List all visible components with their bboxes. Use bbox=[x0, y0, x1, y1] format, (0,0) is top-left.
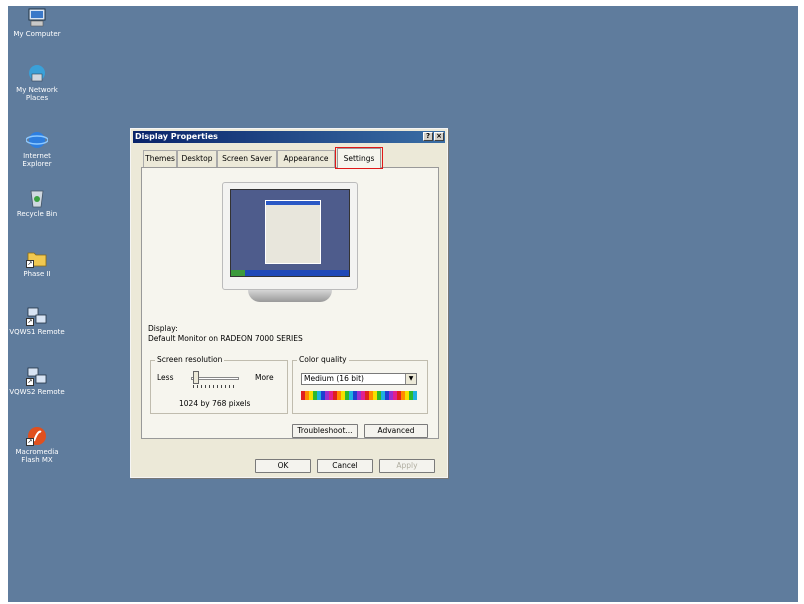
network-places-icon bbox=[26, 64, 48, 84]
title-bar[interactable]: Display Properties ? × bbox=[133, 131, 445, 143]
ok-button[interactable]: OK bbox=[255, 459, 311, 473]
advanced-button[interactable]: Advanced bbox=[364, 424, 428, 438]
monitor-stand bbox=[248, 290, 332, 302]
chevron-down-icon[interactable]: ▼ bbox=[405, 374, 416, 384]
tab-themes[interactable]: Themes bbox=[143, 150, 177, 167]
screen-resolution-group: Screen resolution Less More 1024 by 768 … bbox=[150, 355, 288, 414]
shortcut-arrow-icon: ↗ bbox=[26, 378, 34, 386]
window-title: Display Properties bbox=[135, 132, 218, 141]
resolution-less-label: Less bbox=[157, 373, 174, 382]
shortcut-arrow-icon: ↗ bbox=[26, 260, 34, 268]
tab-appearance[interactable]: Appearance bbox=[277, 150, 335, 167]
desktop-icon-label: Internet Explorer bbox=[22, 152, 52, 168]
desktop-icon-internet-explorer[interactable]: Internet Explorer bbox=[8, 130, 66, 168]
preview-start-button bbox=[231, 270, 245, 276]
internet-explorer-icon bbox=[25, 130, 49, 150]
shortcut-arrow-icon: ↗ bbox=[26, 438, 34, 446]
desktop-icon-macromedia-flash-mx[interactable]: ↗ Macromedia Flash MX bbox=[8, 426, 66, 464]
monitor-preview bbox=[222, 182, 358, 312]
desktop-icon-label: Recycle Bin bbox=[16, 210, 58, 218]
monitor-screen bbox=[230, 189, 350, 277]
flash-mx-icon: ↗ bbox=[26, 426, 48, 446]
color-quality-select[interactable]: Medium (16 bit) ▼ bbox=[301, 373, 417, 385]
desktop-icon-label: VQWS2 Remote bbox=[9, 388, 65, 396]
remote-desktop-icon: ↗ bbox=[26, 366, 48, 386]
desktop-icon-my-computer[interactable]: My Computer bbox=[8, 8, 66, 38]
computer-icon bbox=[26, 8, 48, 28]
desktop-icon-label: Phase II bbox=[23, 270, 51, 278]
resolution-more-label: More bbox=[255, 373, 274, 382]
color-quality-title: Color quality bbox=[297, 355, 349, 364]
preview-window bbox=[265, 200, 321, 264]
settings-tab-highlight bbox=[335, 147, 383, 169]
color-quality-value: Medium (16 bit) bbox=[304, 374, 364, 383]
desktop-icon-label: My Computer bbox=[13, 30, 61, 38]
desktop-icon-recycle-bin[interactable]: Recycle Bin bbox=[8, 188, 66, 218]
folder-icon: ↗ bbox=[26, 248, 48, 268]
display-properties-window: Display Properties ? × Themes Desktop Sc… bbox=[130, 128, 448, 478]
settings-panel: Display: Default Monitor on RADEON 7000 … bbox=[141, 167, 439, 439]
color-quality-preview-bar bbox=[301, 391, 417, 400]
desktop-icon-label: My Network Places bbox=[16, 86, 58, 102]
close-button[interactable]: × bbox=[434, 132, 444, 141]
display-label: Display: bbox=[148, 324, 178, 333]
desktop-icon-label: VQWS1 Remote bbox=[9, 328, 65, 336]
recycle-bin-icon bbox=[26, 188, 48, 208]
help-button[interactable]: ? bbox=[423, 132, 433, 141]
troubleshoot-button[interactable]: Troubleshoot... bbox=[292, 424, 358, 438]
resolution-slider-thumb[interactable] bbox=[193, 371, 199, 384]
desktop-icon-phase-ii[interactable]: ↗ Phase II bbox=[8, 248, 66, 278]
remote-desktop-icon: ↗ bbox=[26, 306, 48, 326]
desktop-icon-my-network-places[interactable]: My Network Places bbox=[8, 64, 66, 102]
desktop-icon-label: Macromedia Flash MX bbox=[15, 448, 59, 464]
screen-resolution-title: Screen resolution bbox=[155, 355, 225, 364]
tab-desktop[interactable]: Desktop bbox=[177, 150, 217, 167]
desktop-icon-vqws1-remote[interactable]: ↗ VQWS1 Remote bbox=[8, 306, 66, 336]
resolution-value: 1024 by 768 pixels bbox=[179, 399, 251, 408]
cancel-button[interactable]: Cancel bbox=[317, 459, 373, 473]
color-quality-group: Color quality Medium (16 bit) ▼ bbox=[292, 355, 428, 414]
apply-button[interactable]: Apply bbox=[379, 459, 435, 473]
preview-window-titlebar bbox=[266, 201, 320, 205]
resolution-slider-ticks bbox=[193, 385, 237, 388]
desktop-icon-vqws2-remote[interactable]: ↗ VQWS2 Remote bbox=[8, 366, 66, 396]
display-value: Default Monitor on RADEON 7000 SERIES bbox=[148, 334, 303, 343]
desktop: My Computer My Network Places Internet E… bbox=[8, 6, 798, 602]
preview-taskbar bbox=[231, 270, 349, 276]
tab-screen-saver[interactable]: Screen Saver bbox=[217, 150, 277, 167]
monitor-bezel bbox=[222, 182, 358, 290]
shortcut-arrow-icon: ↗ bbox=[26, 318, 34, 326]
